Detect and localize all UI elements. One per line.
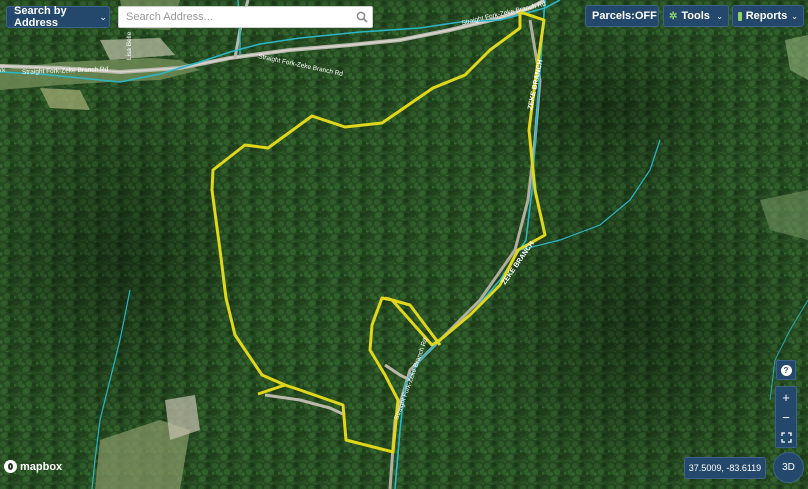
valley-shade <box>470 150 808 489</box>
fullscreen-button[interactable] <box>776 427 796 447</box>
search-mode-label: Search by Address <box>14 5 67 29</box>
search-mode-dropdown[interactable]: Search by Address ⌄ <box>6 5 110 29</box>
search-icon[interactable] <box>352 7 372 27</box>
road-label: Lisa Belle <box>126 31 133 60</box>
parcels-toggle[interactable]: Parcels: OFF <box>585 5 659 27</box>
parcels-state: OFF <box>634 10 657 22</box>
help-icon: ? <box>780 364 792 376</box>
parcels-label: Parcels: <box>592 10 635 22</box>
zoom-controls: + − <box>775 386 797 448</box>
tools-dropdown[interactable]: ✲ Tools ⌄ <box>663 5 729 27</box>
search-input[interactable] <box>119 7 352 27</box>
search-box <box>118 6 373 28</box>
road-label: rk <box>0 67 6 74</box>
chevron-down-icon: ⌄ <box>99 11 107 22</box>
tools-label: Tools <box>681 10 710 22</box>
reports-label: Reports <box>745 10 788 22</box>
reports-dropdown[interactable]: Reports ⌄ <box>732 5 804 27</box>
3d-view-button[interactable]: 3D <box>773 452 804 483</box>
coordinates-readout: 37.5009, -83.6119 <box>684 457 766 479</box>
report-icon <box>738 11 742 21</box>
chevron-down-icon: ⌄ <box>791 11 798 21</box>
mapbox-logo[interactable]: mapbox <box>4 460 62 473</box>
mapbox-icon <box>4 460 17 473</box>
fullscreen-icon <box>780 431 792 443</box>
chevron-down-icon: ⌄ <box>716 11 723 21</box>
valley-shade <box>470 20 750 200</box>
mapbox-wordmark: mapbox <box>20 460 63 473</box>
satellite-map[interactable]: Straight Fork-Zeke Branch Rd Straight Fo… <box>0 0 808 489</box>
gear-icon: ✲ <box>669 10 678 22</box>
help-button[interactable]: ? <box>776 360 796 380</box>
zoom-in-button[interactable]: + <box>776 387 796 407</box>
zoom-out-button[interactable]: − <box>776 407 796 427</box>
